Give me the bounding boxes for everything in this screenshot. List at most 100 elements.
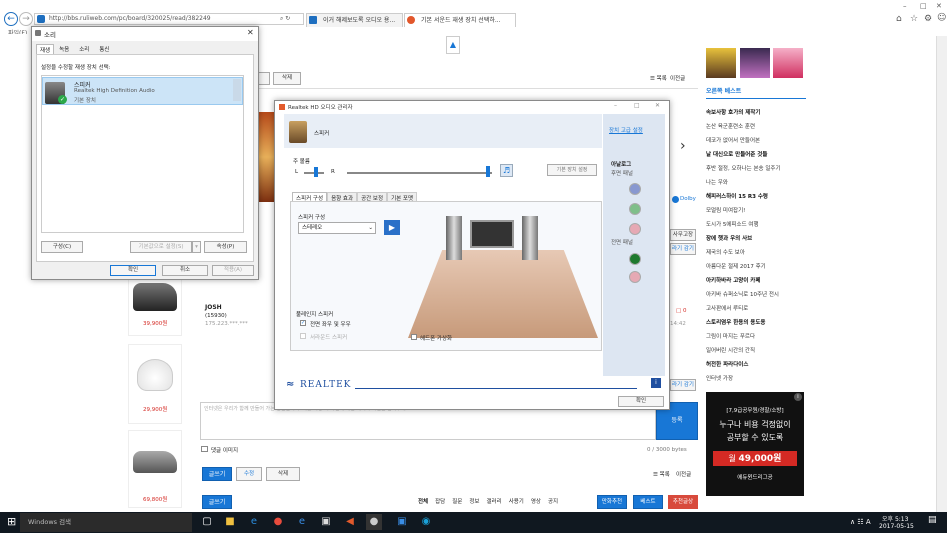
sound-icon[interactable]: ●: [366, 514, 382, 530]
speaker-device-icon[interactable]: [289, 121, 307, 143]
close-button[interactable]: ✕: [936, 2, 942, 10]
thumbnail-2[interactable]: [740, 48, 770, 78]
sidebar-item[interactable]: 날 대신으로 만들어준 것들: [706, 148, 806, 162]
delete-post-button[interactable]: 삭제: [266, 467, 300, 481]
best-tab-3[interactable]: 추천글상: [668, 495, 698, 509]
list-link-bottom[interactable]: ☰ 목록: [653, 470, 670, 478]
tab-audio[interactable]: 이거 해제보도록 오디오 용...: [306, 13, 403, 27]
advanced-settings-link[interactable]: 장치 고급 설정: [609, 126, 643, 134]
headphone-virtual-checkbox[interactable]: [411, 334, 417, 340]
filter-tab[interactable]: 갤러리: [487, 497, 502, 505]
tab-sound-device[interactable]: 기본 서운드 재생 장치 선택하...: [404, 13, 516, 27]
properties-button[interactable]: 속성(P): [204, 241, 247, 253]
favorites-star-icon[interactable]: ☆: [910, 14, 918, 24]
surround-checkbox[interactable]: [300, 333, 306, 339]
realtek-minimize-button[interactable]: –: [614, 102, 617, 109]
clock-time[interactable]: 오후 5:13: [882, 514, 908, 523]
smiley-icon[interactable]: ☺: [937, 13, 946, 23]
taskbar-search[interactable]: Windows 검색: [20, 513, 192, 532]
product-card[interactable]: 29,900원: [128, 344, 182, 424]
right-speaker-image[interactable]: [522, 216, 538, 260]
sidebar-item[interactable]: 논산 육군훈련소 훈련: [706, 120, 806, 134]
side-button-2[interactable]: 라기 감기: [670, 243, 696, 255]
sidebar-item[interactable]: 장에 햇과 우의 사브: [706, 232, 806, 246]
sidebar-item[interactable]: 일어버린 시간의 간직: [706, 344, 806, 358]
page-scrollbar[interactable]: [936, 36, 947, 512]
sidebar-item[interactable]: 아키바 슈퍼소닉로 10주년 전시: [706, 288, 806, 302]
sidebar-item[interactable]: 고사판에서 루티로: [706, 302, 806, 316]
sidebar-item[interactable]: 아키하바라 고양이 카페: [706, 274, 806, 288]
write-button[interactable]: 글쓰기: [202, 467, 232, 481]
maximize-button[interactable]: □: [920, 2, 927, 10]
edit-post-button[interactable]: 수정: [236, 467, 262, 481]
dialog-close-icon[interactable]: ✕: [247, 28, 254, 37]
network-app-icon[interactable]: ◉: [418, 514, 434, 530]
set-default-dropdown[interactable]: ▾: [192, 241, 201, 253]
dialog-ok-button[interactable]: 확인: [110, 265, 156, 276]
speaker-config-select[interactable]: 스테레오 ⌄: [298, 222, 376, 234]
back-arrow-icon[interactable]: ←: [4, 12, 18, 26]
filter-tab[interactable]: 전체: [418, 497, 428, 505]
jack-pink-icon[interactable]: [629, 223, 641, 235]
left-speaker-image[interactable]: [446, 216, 462, 260]
display-icon[interactable]: ▣: [394, 514, 410, 530]
file-explorer-icon[interactable]: ■: [222, 514, 238, 530]
system-tray[interactable]: ∧ ☷ A: [850, 518, 871, 526]
front-lr-checkbox[interactable]: ✓: [300, 320, 306, 326]
thumb-up-icon[interactable]: ▲: [446, 36, 460, 54]
side-button-3[interactable]: 라기 감기: [670, 379, 696, 391]
filter-tab[interactable]: 공지: [548, 497, 558, 505]
comment-image-label[interactable]: 댓글 이미지: [211, 446, 238, 454]
filter-tab[interactable]: 질문: [452, 497, 462, 505]
sidebar-item[interactable]: 해피러스하이 15 R3 수령: [706, 190, 806, 204]
thumbnail-3[interactable]: [773, 48, 803, 78]
volume-slider-thumb[interactable]: [486, 166, 490, 177]
realtek-maximize-button[interactable]: □: [634, 102, 640, 109]
clock-date[interactable]: 2017-05-15: [879, 523, 914, 530]
best-tab-2[interactable]: 베스트: [633, 495, 663, 509]
dialog-cancel-button[interactable]: 취소: [162, 265, 208, 276]
jack-blue-icon[interactable]: [629, 183, 641, 195]
sidebar-item[interactable]: 제국의 수도 보아: [706, 246, 806, 260]
list-link[interactable]: ☰ 목록: [650, 74, 667, 82]
audio-manager-icon[interactable]: ◀: [342, 514, 358, 530]
sidebar-item[interactable]: 데코가 없어서 만들어본: [706, 134, 806, 148]
sidebar-item[interactable]: 모얼림 미여잡기!: [706, 204, 806, 218]
best-tab-1[interactable]: 만화추천: [597, 495, 627, 509]
realtek-ok-button[interactable]: 확인: [618, 396, 664, 407]
info-icon[interactable]: i: [651, 378, 661, 388]
filter-tab[interactable]: 사용기: [509, 497, 524, 505]
forward-arrow-icon[interactable]: →: [19, 12, 33, 26]
jack-green-icon[interactable]: [629, 203, 641, 215]
write-button-bottom[interactable]: 글쓰기: [202, 495, 232, 509]
balance-slider-thumb[interactable]: [314, 167, 318, 177]
prev-link-bottom[interactable]: 이전글: [676, 470, 691, 478]
jack-front-green-icon[interactable]: [629, 253, 641, 265]
address-bar[interactable]: http://bbs.ruliweb.com/pc/board/320025/r…: [34, 13, 304, 25]
filter-tab[interactable]: 영상: [531, 497, 541, 505]
realtek-close-button[interactable]: ✕: [655, 102, 660, 109]
comment-vote[interactable]: □ 0: [676, 308, 686, 314]
sidebar-item[interactable]: 인터넷 가장: [706, 372, 806, 386]
configure-button[interactable]: 구성(C): [41, 241, 83, 253]
store-icon[interactable]: ▣: [318, 514, 334, 530]
set-default-button[interactable]: 기본값으로 설정(S): [130, 241, 192, 253]
advertisement[interactable]: [7,9급공무원/경찰/소방] 누구나 비용 걱정없이 공부할 수 있도록 월 …: [706, 392, 804, 496]
settings-gear-icon[interactable]: ⚙: [924, 14, 932, 24]
sidebar-item[interactable]: 허전한 파라다이스: [706, 358, 806, 372]
sidebar-item[interactable]: 도시가 5에피소드 여행: [706, 218, 806, 232]
speaker-mute-icon[interactable]: ♬: [500, 164, 513, 177]
edge-icon[interactable]: e: [246, 514, 262, 530]
jack-front-pink-icon[interactable]: [629, 271, 641, 283]
windows-start-icon[interactable]: ⊞: [7, 515, 16, 528]
notifications-icon[interactable]: ▤: [928, 515, 937, 525]
filter-tab[interactable]: 정보: [469, 497, 479, 505]
thumbnail-1[interactable]: [706, 48, 736, 78]
sidebar-item[interactable]: 속보사항 호가의 제작기: [706, 106, 806, 120]
minimize-button[interactable]: –: [903, 2, 907, 10]
edit-button[interactable]: [258, 72, 270, 85]
search-refresh-icon[interactable]: ⌕ ↻: [280, 15, 290, 23]
play-test-icon[interactable]: ▶: [384, 220, 400, 235]
default-device-button[interactable]: 기본 장치 설정: [547, 164, 597, 176]
sidebar-item[interactable]: 스토리염우 한용의 용도용: [706, 316, 806, 330]
